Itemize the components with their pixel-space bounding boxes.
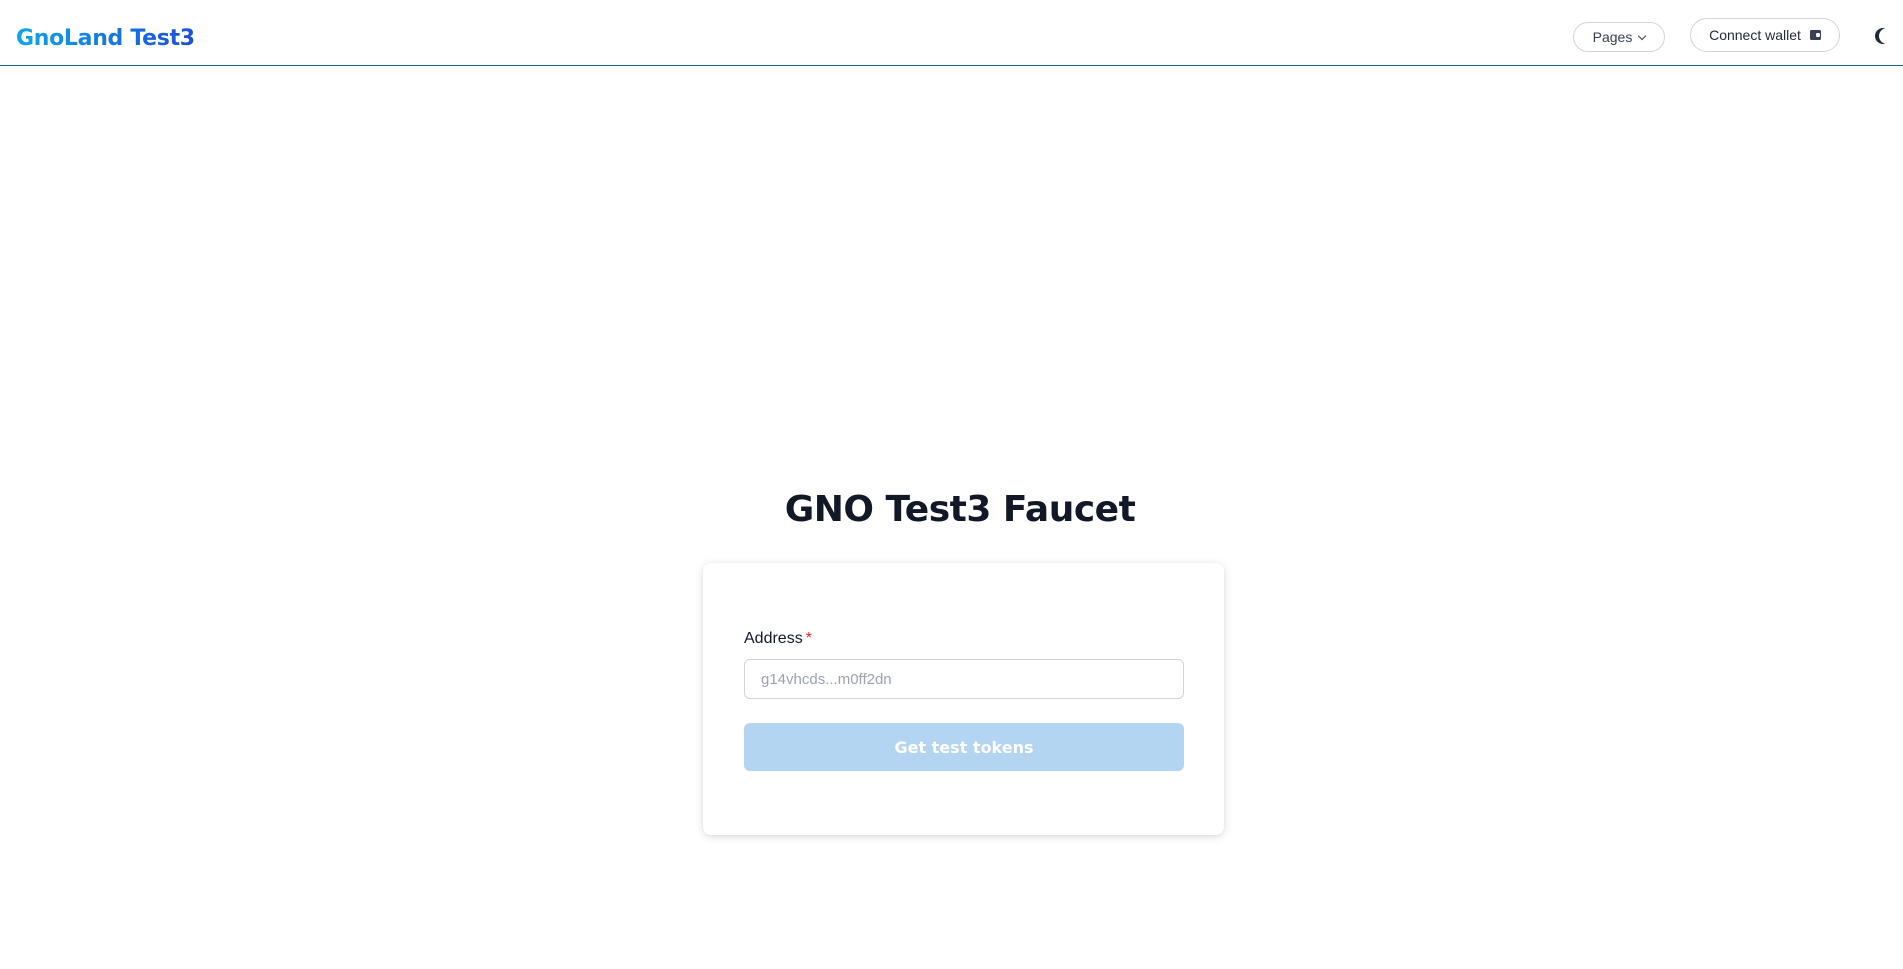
required-asterisk: * <box>805 630 812 647</box>
pages-label: Pages <box>1592 29 1633 45</box>
address-label-text: Address <box>744 630 803 647</box>
page-title: GNO Test3 Faucet <box>784 489 1136 530</box>
get-test-tokens-button[interactable]: Get test tokens <box>744 723 1184 771</box>
faucet-form-card: Address* Get test tokens <box>703 563 1224 835</box>
wallet-icon <box>1809 30 1821 40</box>
chevron-down-icon <box>1638 31 1647 40</box>
top-navbar: GnoLand Test3 Pages Connect wallet <box>0 0 1903 66</box>
brand-logo-text[interactable]: GnoLand Test3 <box>16 24 195 54</box>
address-input[interactable] <box>744 659 1184 699</box>
connect-wallet-button[interactable]: Connect wallet <box>1690 18 1840 52</box>
address-label: Address * <box>744 630 812 648</box>
moon-icon[interactable] <box>1879 28 1895 44</box>
connect-wallet-label: Connect wallet <box>1709 27 1801 43</box>
pages-dropdown-button[interactable]: Pages <box>1573 22 1665 52</box>
